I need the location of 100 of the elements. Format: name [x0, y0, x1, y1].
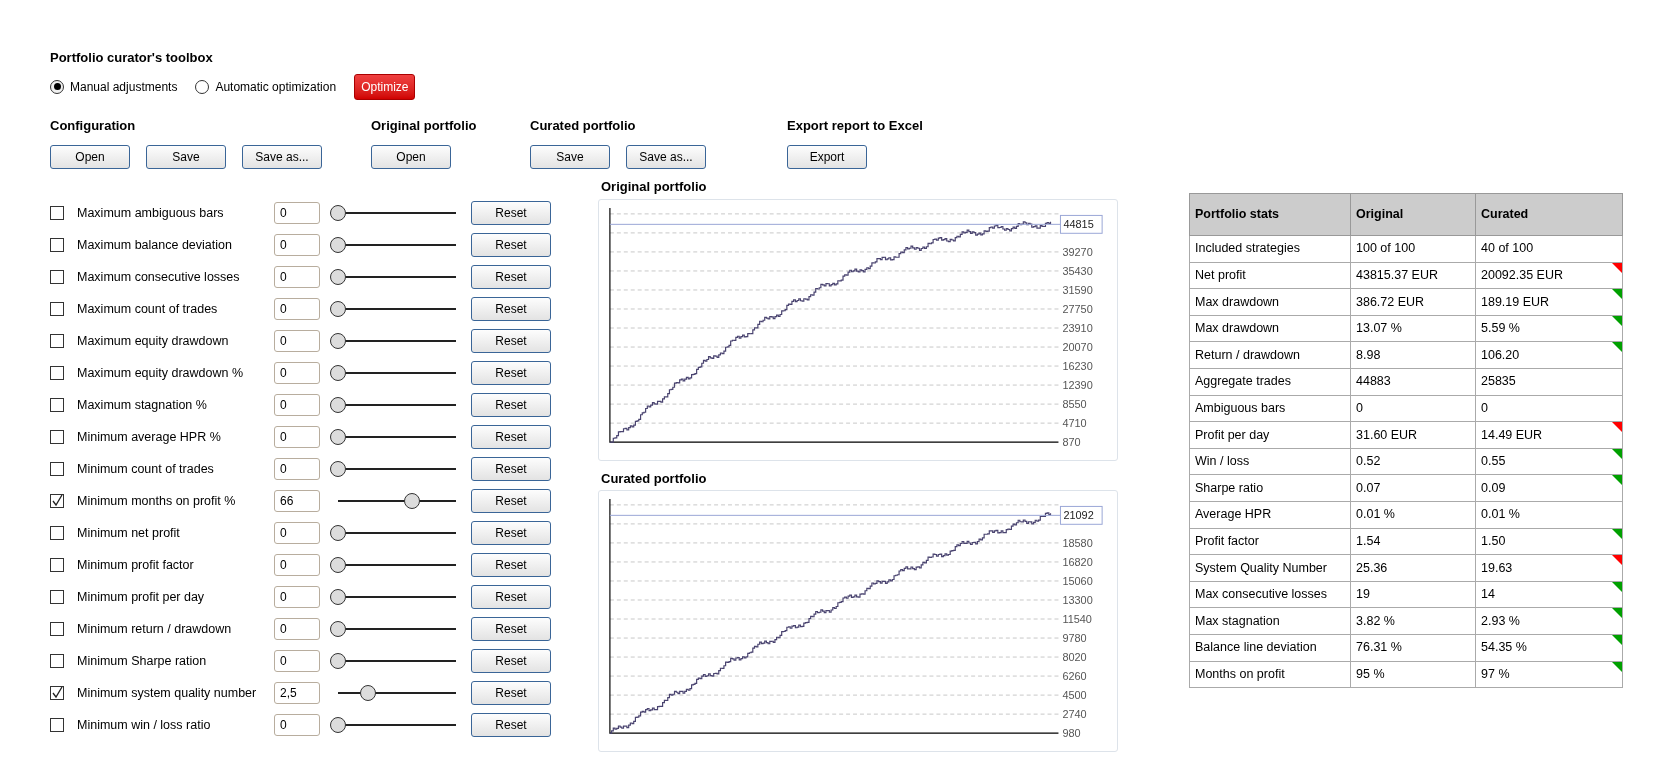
slider-thumb[interactable] [330, 333, 346, 349]
reset-button[interactable]: Reset [471, 489, 551, 513]
optimize-button[interactable]: Optimize [354, 73, 416, 100]
filter-value-field[interactable]: 0 [274, 202, 320, 224]
filter-checkbox[interactable] [50, 686, 64, 700]
slider-thumb[interactable] [330, 717, 346, 733]
filter-checkbox[interactable] [50, 622, 64, 636]
filter-checkbox[interactable] [50, 270, 64, 284]
filter-checkbox[interactable] [50, 526, 64, 540]
reset-button[interactable]: Reset [471, 521, 551, 545]
slider-thumb[interactable] [330, 589, 346, 605]
curated-value-cell: 0.01 % [1475, 501, 1623, 529]
filter-value-field[interactable]: 0 [274, 586, 320, 608]
filter-checkbox[interactable] [50, 718, 64, 732]
filter-checkbox[interactable] [50, 302, 64, 316]
original-value-cell: 76.31 % [1350, 634, 1476, 661]
slider-thumb[interactable] [330, 237, 346, 253]
filter-value-field[interactable]: 0 [274, 298, 320, 320]
original-value-cell: 0 [1350, 395, 1476, 422]
filter-value-field[interactable]: 0 [274, 522, 320, 544]
reset-button[interactable]: Reset [471, 713, 551, 737]
filter-checkbox[interactable] [50, 654, 64, 668]
reset-button[interactable]: Reset [471, 457, 551, 481]
file-button[interactable]: Save [530, 145, 610, 169]
original-value-cell: 13.07 % [1350, 315, 1476, 342]
filter-value-field[interactable]: 0 [274, 554, 320, 576]
filter-value-field[interactable]: 0 [274, 330, 320, 352]
stat-name-cell: Average HPR [1189, 501, 1351, 529]
filter-checkbox[interactable] [50, 590, 64, 604]
filter-value-field[interactable]: 0 [274, 458, 320, 480]
axis-tick-label: 980 [1062, 727, 1081, 740]
file-button[interactable]: Save as... [626, 145, 706, 169]
filter-value-field[interactable]: 0 [274, 714, 320, 736]
reset-button[interactable]: Reset [471, 329, 551, 353]
slider-thumb[interactable] [330, 301, 346, 317]
reset-button[interactable]: Reset [471, 265, 551, 289]
curated-value-cell: 14 [1475, 581, 1623, 608]
reset-button[interactable]: Reset [471, 649, 551, 673]
filter-checkbox[interactable] [50, 398, 64, 412]
filter-label: Minimum months on profit % [77, 492, 237, 510]
filter-value-field[interactable]: 0 [274, 234, 320, 256]
filter-checkbox[interactable] [50, 334, 64, 348]
axis-tick-label: 9780 [1062, 632, 1087, 644]
filter-checkbox[interactable] [50, 430, 64, 444]
filter-checkbox[interactable] [50, 206, 64, 220]
slider-thumb[interactable] [330, 269, 346, 285]
reset-button[interactable]: Reset [471, 585, 551, 609]
current-value-marker: 21092 [1059, 505, 1103, 525]
reset-button[interactable]: Reset [471, 553, 551, 577]
slider-thumb[interactable] [330, 525, 346, 541]
filter-checkbox[interactable] [50, 462, 64, 476]
axis-tick-label: 18580 [1062, 536, 1093, 549]
file-button[interactable]: Open [50, 145, 130, 169]
slider-thumb[interactable] [330, 461, 346, 477]
slider-thumb[interactable] [330, 653, 346, 669]
curated-value-cell: 0.55 [1475, 448, 1623, 475]
reset-button[interactable]: Reset [471, 233, 551, 257]
curated-value-cell: 19.63 [1475, 554, 1623, 582]
reset-button[interactable]: Reset [471, 297, 551, 321]
reset-button[interactable]: Reset [471, 681, 551, 705]
stat-name-cell: Max drawdown [1189, 315, 1351, 342]
slider-thumb[interactable] [404, 493, 421, 509]
filter-value-field[interactable]: 0 [274, 362, 320, 384]
filter-value-field[interactable]: 2,5 [274, 682, 320, 704]
filter-checkbox[interactable] [50, 366, 64, 380]
file-button[interactable]: Save [146, 145, 226, 169]
filter-label: Minimum profit factor [77, 556, 195, 574]
filter-value-field[interactable]: 0 [274, 426, 320, 448]
reset-button[interactable]: Reset [471, 425, 551, 449]
axis-tick-label: 23910 [1062, 321, 1093, 334]
reset-button[interactable]: Reset [471, 361, 551, 385]
filter-checkbox[interactable] [50, 494, 64, 508]
radio-label[interactable]: Automatic optimization [215, 77, 337, 96]
slider-thumb[interactable] [330, 621, 346, 637]
reset-button[interactable]: Reset [471, 617, 551, 641]
filter-checkbox[interactable] [50, 238, 64, 252]
stat-name-cell: Profit per day [1189, 421, 1351, 449]
file-button[interactable]: Save as... [242, 145, 322, 169]
filter-value-field[interactable]: 0 [274, 266, 320, 288]
reset-button[interactable]: Reset [471, 201, 551, 225]
file-button[interactable]: Open [371, 145, 451, 169]
slider-thumb[interactable] [330, 205, 346, 221]
filter-label: Minimum return / drawdown [77, 620, 233, 638]
filter-value-field[interactable]: 0 [274, 650, 320, 672]
radio-button[interactable] [50, 79, 64, 94]
filter-checkbox[interactable] [50, 558, 64, 572]
slider-thumb[interactable] [330, 557, 346, 573]
slider-thumb[interactable] [330, 397, 346, 413]
slider-thumb[interactable] [359, 685, 376, 701]
radio-label[interactable]: Manual adjustments [70, 77, 178, 96]
column-header: Curated [1475, 193, 1623, 236]
filter-value-field[interactable]: 66 [274, 490, 320, 512]
file-button[interactable]: Export [787, 145, 867, 169]
radio-button[interactable] [195, 79, 210, 94]
filter-value-field[interactable]: 0 [274, 394, 320, 416]
slider-thumb[interactable] [330, 365, 346, 381]
filter-value-field[interactable]: 0 [274, 618, 320, 640]
curated-value-cell: 20092.35 EUR [1475, 262, 1623, 289]
slider-thumb[interactable] [330, 429, 346, 445]
reset-button[interactable]: Reset [471, 393, 551, 417]
